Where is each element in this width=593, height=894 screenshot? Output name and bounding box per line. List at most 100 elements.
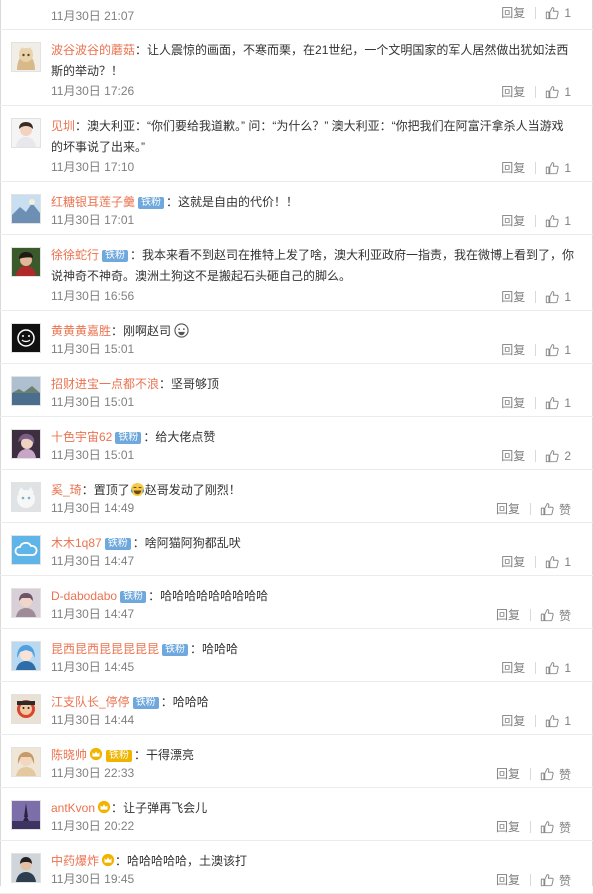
reply-button[interactable]: 回复 xyxy=(496,609,531,621)
comment-body: 招财进宝一点都不浪：坚哥够顶 xyxy=(51,374,575,395)
avatar[interactable] xyxy=(11,118,41,148)
avatar[interactable] xyxy=(11,535,41,565)
username-link[interactable]: 波谷波谷的蘑菇 xyxy=(51,43,135,57)
reply-button[interactable]: 回复 xyxy=(501,397,537,409)
reply-button[interactable]: 回复 xyxy=(501,291,537,303)
reply-button[interactable]: 回复 xyxy=(501,556,537,568)
avatar[interactable] xyxy=(11,588,41,618)
avatar[interactable] xyxy=(11,482,41,512)
avatar[interactable] xyxy=(11,323,41,353)
separator: ： xyxy=(190,642,203,656)
username-link[interactable]: 黄黄黄嘉胜 xyxy=(51,324,111,338)
reply-button[interactable]: 回复 xyxy=(496,503,531,515)
comment-actions: 回复 1 xyxy=(501,394,571,412)
comment-time: 11月30日 14:44 xyxy=(51,713,135,727)
avatar[interactable] xyxy=(11,694,41,724)
comment-actions: 回复 1 xyxy=(501,288,571,306)
like-button[interactable]: 1 xyxy=(545,6,571,20)
like-button[interactable]: 赞 xyxy=(540,766,571,783)
username-link[interactable]: 江支队长_停停 xyxy=(51,695,130,709)
reply-button[interactable]: 回复 xyxy=(496,768,531,780)
like-button[interactable]: 1 xyxy=(545,555,571,569)
separator: ： xyxy=(115,854,128,868)
username-link[interactable]: 陈晓帅 xyxy=(51,748,87,762)
like-button[interactable]: 1 xyxy=(545,85,571,99)
like-button[interactable]: 赞 xyxy=(540,607,571,624)
username-link[interactable]: 昆西昆西昆昆昆昆昆 xyxy=(51,642,159,656)
like-count: 1 xyxy=(564,161,571,175)
separator: ： xyxy=(75,119,88,133)
separator: ： xyxy=(111,324,124,338)
reply-button[interactable]: 回复 xyxy=(501,86,537,98)
username-link[interactable]: 见圳 xyxy=(51,119,75,133)
avatar[interactable] xyxy=(11,247,41,277)
username-link[interactable]: 徐徐蛇行 xyxy=(51,248,99,262)
thumbs-up-icon xyxy=(546,556,559,569)
thumbs-up-icon xyxy=(540,768,554,781)
comment-time: 11月30日 22:33 xyxy=(51,766,135,780)
like-button[interactable]: 1 xyxy=(545,714,571,728)
avatar[interactable] xyxy=(11,376,41,406)
comment-actions: 回复 赞 xyxy=(496,818,571,836)
reply-button[interactable]: 回复 xyxy=(501,7,537,19)
like-label: 赞 xyxy=(558,767,571,782)
laugh-cry-emoji-icon xyxy=(130,482,144,497)
like-button[interactable]: 2 xyxy=(545,449,571,463)
username-link[interactable]: D-dabodabo xyxy=(51,589,117,603)
username-link[interactable]: 奚_琦 xyxy=(51,483,82,497)
vip-crown-icon xyxy=(101,853,115,867)
like-button[interactable]: 1 xyxy=(545,343,571,357)
reply-button[interactable]: 回复 xyxy=(501,715,537,727)
comment-actions: 回复 2 xyxy=(501,447,571,465)
reply-button[interactable]: 回复 xyxy=(501,162,537,174)
like-button[interactable]: 1 xyxy=(545,290,571,304)
comment-text: 哈哈哈 xyxy=(202,642,239,656)
separator: ： xyxy=(81,483,94,497)
avatar[interactable] xyxy=(11,194,41,224)
thumbs-up-icon xyxy=(546,397,559,410)
fan-badge: 铁粉 xyxy=(102,250,129,262)
reply-button[interactable]: 回复 xyxy=(501,662,537,674)
avatar[interactable] xyxy=(11,800,41,830)
reply-button[interactable]: 回复 xyxy=(496,821,531,833)
comment-item: 昆西昆西昆昆昆昆昆 铁粉 ：哈哈哈 11月30日 14:45 回复 1 xyxy=(0,629,593,682)
avatar[interactable] xyxy=(11,641,41,671)
like-count: 1 xyxy=(564,6,571,20)
separator: ： xyxy=(135,43,148,57)
like-button[interactable]: 1 xyxy=(545,161,571,175)
like-button[interactable]: 1 xyxy=(545,661,571,675)
avatar[interactable] xyxy=(11,42,41,72)
username-link[interactable]: 红糖银耳莲子羹 xyxy=(51,195,135,209)
comment-item: 奚_琦：置顶了 赵哥发动了刚烈！ 11月30日 14:49 回复 赞 xyxy=(0,470,593,523)
reply-button[interactable]: 回复 xyxy=(501,344,537,356)
username-link[interactable]: 招财进宝一点都不浪 xyxy=(51,377,159,391)
fan-badge: 铁粉 xyxy=(138,197,165,209)
thumbs-up-icon xyxy=(546,715,559,728)
reply-button[interactable]: 回复 xyxy=(501,450,537,462)
comment-actions: 回复 1 xyxy=(501,712,571,730)
comment-item: 中药爆炸 ：哈哈哈哈哈，土澳该打 11月30日 19:45 回复 赞 xyxy=(0,841,593,894)
comment-time: 11月30日 19:45 xyxy=(51,872,135,886)
reply-button[interactable]: 回复 xyxy=(501,215,537,227)
like-button[interactable]: 赞 xyxy=(540,819,571,836)
comment-text: 啥阿猫阿狗都乱吠 xyxy=(144,536,241,550)
comment-body: 见圳：澳大利亚：“你们要给我道歉。” 问：“为什么？” 澳大利亚：“你把我们在阿… xyxy=(51,116,575,158)
reply-button[interactable]: 回复 xyxy=(496,874,531,886)
comment-time: 11月30日 17:26 xyxy=(51,84,135,98)
comment-actions: 回复 1 xyxy=(501,341,571,359)
username-link[interactable]: 十色宇宙62 xyxy=(51,430,112,444)
avatar[interactable] xyxy=(11,747,41,777)
avatar[interactable] xyxy=(11,853,41,883)
thumbs-up-icon xyxy=(546,162,559,175)
like-button[interactable]: 1 xyxy=(545,396,571,410)
avatar[interactable] xyxy=(11,429,41,459)
fan-badge: 铁粉 xyxy=(132,697,159,709)
username-link[interactable]: 中药爆炸 xyxy=(51,854,99,868)
username-link[interactable]: antKvon xyxy=(51,801,95,815)
thumbs-up-icon xyxy=(546,215,559,228)
like-button[interactable]: 1 xyxy=(545,214,571,228)
username-link[interactable]: 木木1q87 xyxy=(51,536,102,550)
comment-time: 11月30日 15:01 xyxy=(51,342,135,356)
like-button[interactable]: 赞 xyxy=(540,501,571,518)
like-count: 1 xyxy=(564,714,571,728)
